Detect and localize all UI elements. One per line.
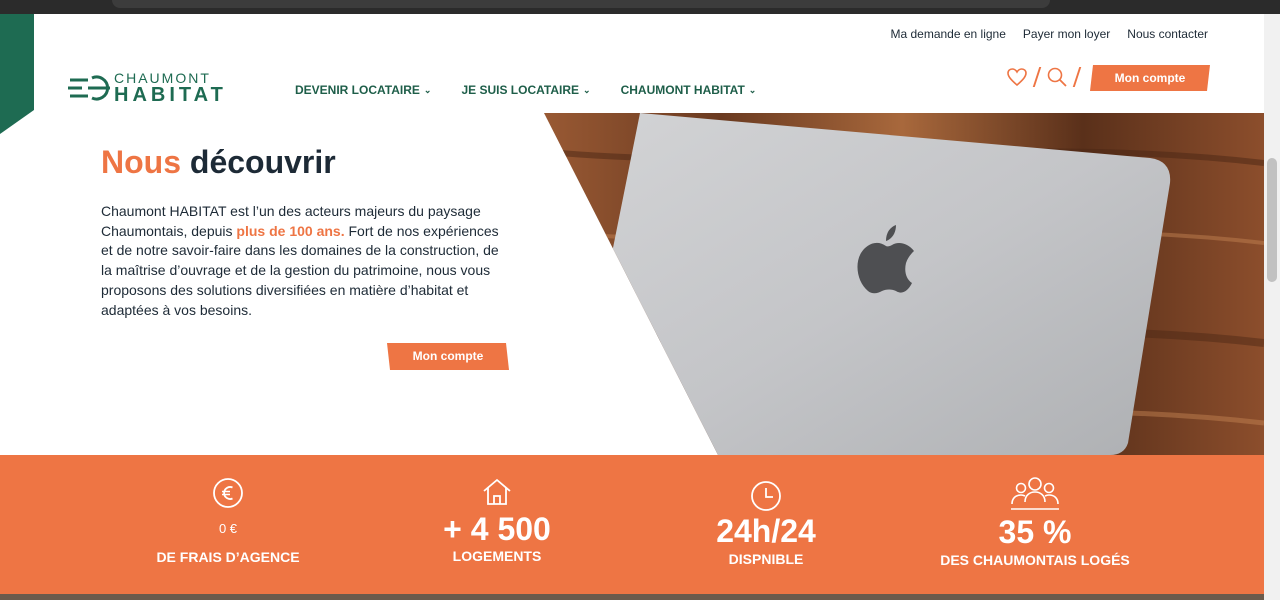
- chevron-down-icon: ⌄: [423, 84, 432, 95]
- hero-title-accent: Nous: [101, 144, 181, 180]
- hero-account-button[interactable]: Mon compte: [387, 343, 509, 370]
- heart-icon[interactable]: [1006, 67, 1028, 87]
- nav-label: DEVENIR LOCATAIRE: [295, 83, 420, 97]
- next-section-edge: [0, 594, 1264, 600]
- header-tools: [1006, 66, 1082, 88]
- stat-housing: + 4 500 LOGEMENTS: [397, 477, 597, 565]
- logo-mark-icon: [68, 75, 110, 101]
- nav-label: CHAUMONT HABITAT: [620, 83, 745, 97]
- stat-agency-fees: 0 € DE FRAIS D’AGENCE: [128, 477, 328, 566]
- chevron-down-icon: ⌄: [583, 84, 591, 95]
- page-scrollbar[interactable]: [1264, 14, 1280, 600]
- stat-value: 35 %: [998, 514, 1072, 550]
- hero-text-highlight: plus de 100 ans.: [236, 222, 345, 239]
- clock-icon: [751, 481, 781, 511]
- stat-availability: 24h/24 DISPNIBLE: [666, 480, 866, 568]
- chevron-down-icon: ⌄: [748, 84, 757, 95]
- scrollbar-thumb[interactable]: [1267, 158, 1277, 282]
- utility-nav: Ma demande en ligne Payer mon loyer Nous…: [890, 27, 1208, 41]
- link-contact[interactable]: Nous contacter: [1127, 27, 1208, 41]
- divider: [1032, 67, 1042, 87]
- stat-label: DES CHAUMONTAIS LOGÉS: [940, 552, 1130, 568]
- link-pay-rent[interactable]: Payer mon loyer: [1023, 27, 1110, 41]
- address-bar[interactable]: [112, 0, 1050, 8]
- stat-residents: 35 % DES CHAUMONTAIS LOGÉS: [925, 476, 1145, 569]
- euro-icon: [213, 478, 243, 508]
- logo-text-bottom: HABITAT: [114, 84, 227, 106]
- hero-title-main: découvrir: [189, 144, 336, 180]
- browser-toolbar: [0, 0, 1280, 14]
- nav-chaumont-habitat[interactable]: CHAUMONT HABITAT ⌄: [621, 83, 757, 97]
- main-nav: DEVENIR LOCATAIRE ⌄ JE SUIS LOCATAIRE ⌄ …: [295, 83, 756, 97]
- divider: [1072, 67, 1082, 87]
- hero-description: Chaumont HABITAT est l’un des acteurs ma…: [101, 202, 506, 320]
- account-button[interactable]: Mon compte: [1090, 65, 1210, 91]
- search-icon[interactable]: [1046, 66, 1068, 88]
- stat-label: DISPNIBLE: [728, 551, 804, 567]
- site-logo[interactable]: CHAUMONT HABITAT: [66, 68, 223, 108]
- stat-value: 0 €: [218, 521, 238, 536]
- account-button-label: Mon compte: [1114, 71, 1186, 85]
- nav-label: JE SUIS LOCATAIRE: [461, 83, 580, 97]
- stat-label: LOGEMENTS: [452, 548, 542, 564]
- people-icon: [1011, 477, 1059, 510]
- house-icon: [483, 478, 511, 505]
- link-online-request[interactable]: Ma demande en ligne: [890, 27, 1005, 41]
- stat-value: 24h/24: [716, 513, 816, 549]
- nav-je-suis-locataire[interactable]: JE SUIS LOCATAIRE ⌄: [461, 83, 590, 97]
- stat-value: + 4 500: [443, 511, 551, 547]
- hero-title: Nous découvrir: [101, 144, 336, 181]
- stat-label: DE FRAIS D’AGENCE: [156, 549, 300, 565]
- hero-account-button-label: Mon compte: [412, 349, 484, 363]
- nav-devenir-locataire[interactable]: DEVENIR LOCATAIRE ⌄: [295, 83, 431, 97]
